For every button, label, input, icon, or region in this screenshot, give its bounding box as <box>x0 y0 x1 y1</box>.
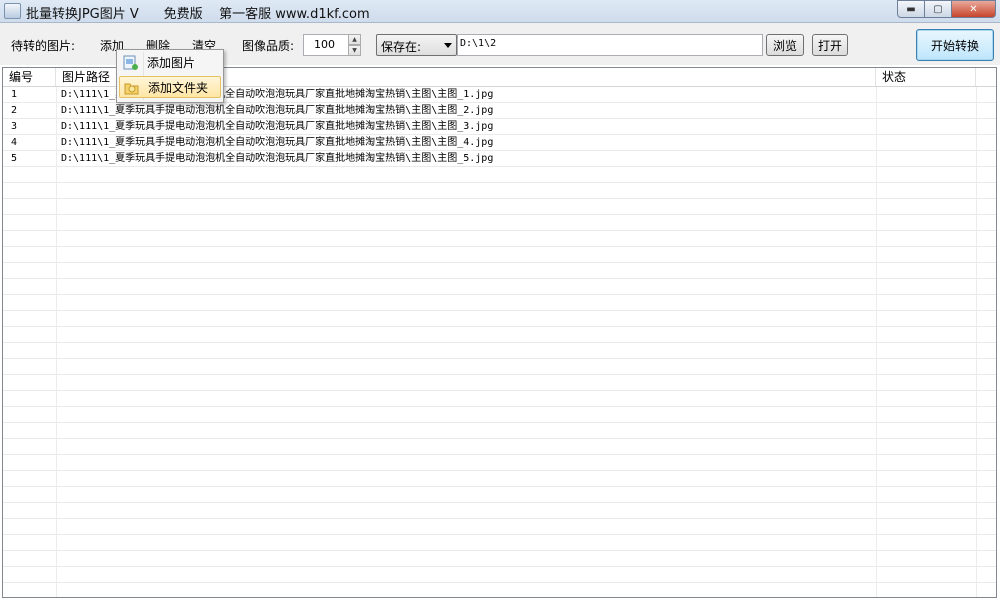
row-path: D:\111\1_夏季玩具手提电动泡泡机全自动吹泡泡玩具厂家直批地摊淘宝热销\主… <box>61 105 494 116</box>
window-title: 批量转换JPG图片 V 免费版 第一客服 www.d1kf.com <box>26 7 370 22</box>
minimize-icon[interactable]: ▬ <box>897 0 925 18</box>
row-path: D:\111\1_夏季玩具手提电动泡泡机全自动吹泡泡玩具厂家直批地摊淘宝热销\主… <box>61 121 494 132</box>
add-folder-icon <box>124 83 139 95</box>
pending-images-label: 待转的图片: <box>11 39 76 53</box>
close-icon[interactable]: ✕ <box>951 0 996 18</box>
image-list-table[interactable]: 编号 图片路径 状态 1 D:\111\1_夏季玩具手提电动泡泡机全自动吹泡泡玩… <box>2 67 997 598</box>
open-button[interactable]: 打开 <box>812 34 848 56</box>
column-header-index[interactable]: 编号 <box>3 68 56 86</box>
quality-value: 100 <box>314 38 335 51</box>
quality-stepper[interactable]: ▲ ▼ <box>348 34 361 56</box>
maximize-icon[interactable]: ▢ <box>924 0 952 18</box>
save-path-input[interactable]: D:\1\2 <box>457 34 763 56</box>
start-convert-button[interactable]: 开始转换 <box>916 29 994 61</box>
browse-button[interactable]: 浏览 <box>766 34 804 56</box>
add-image-icon <box>123 55 138 70</box>
quality-label: 图像品质: <box>242 39 295 53</box>
column-header-status[interactable]: 状态 <box>876 68 976 86</box>
column-divider <box>976 87 977 597</box>
app-icon <box>4 3 21 19</box>
table-row[interactable]: 5 D:\111\1_夏季玩具手提电动泡泡机全自动吹泡泡玩具厂家直批地摊淘宝热销… <box>3 151 996 167</box>
window-controls: ▬ ▢ ✕ <box>897 0 996 18</box>
title-bar: 批量转换JPG图片 V 免费版 第一客服 www.d1kf.com ▬ ▢ ✕ <box>0 0 1000 23</box>
row-index: 4 <box>11 137 18 148</box>
add-context-menu: 添加图片 添加文件夹 <box>116 49 224 103</box>
row-index: 5 <box>11 153 18 164</box>
row-index: 1 <box>11 89 18 100</box>
table-row[interactable]: 3 D:\111\1_夏季玩具手提电动泡泡机全自动吹泡泡玩具厂家直批地摊淘宝热销… <box>3 119 996 135</box>
save-location-selected: 保存在: <box>381 40 422 54</box>
row-path: D:\111\1_夏季玩具手提电动泡泡机全自动吹泡泡玩具厂家直批地摊淘宝热销\主… <box>61 137 494 148</box>
table-body: 1 D:\111\1_夏季玩具手提电动泡泡机全自动吹泡泡玩具厂家直批地摊淘宝热销… <box>3 87 996 597</box>
menu-item-add-image[interactable]: 添加图片 <box>119 52 221 74</box>
table-row[interactable]: 2 D:\111\1_夏季玩具手提电动泡泡机全自动吹泡泡玩具厂家直批地摊淘宝热销… <box>3 103 996 119</box>
row-index: 2 <box>11 105 18 116</box>
save-location-select[interactable]: 保存在: <box>376 34 457 56</box>
row-index: 3 <box>11 121 18 132</box>
stepper-down-icon[interactable]: ▼ <box>348 45 361 56</box>
menu-item-label: 添加文件夹 <box>148 81 209 95</box>
dropdown-arrow-icon <box>444 43 452 48</box>
column-divider <box>876 87 877 597</box>
column-divider <box>56 87 57 597</box>
quality-input[interactable]: 100 <box>303 34 349 56</box>
table-row[interactable]: 4 D:\111\1_夏季玩具手提电动泡泡机全自动吹泡泡玩具厂家直批地摊淘宝热销… <box>3 135 996 151</box>
menu-item-add-folder[interactable]: 添加文件夹 <box>119 76 221 98</box>
menu-item-label: 添加图片 <box>147 56 196 70</box>
stepper-up-icon[interactable]: ▲ <box>348 34 361 45</box>
save-path-value: D:\1\2 <box>460 38 497 49</box>
row-path: D:\111\1_夏季玩具手提电动泡泡机全自动吹泡泡玩具厂家直批地摊淘宝热销\主… <box>61 153 494 164</box>
